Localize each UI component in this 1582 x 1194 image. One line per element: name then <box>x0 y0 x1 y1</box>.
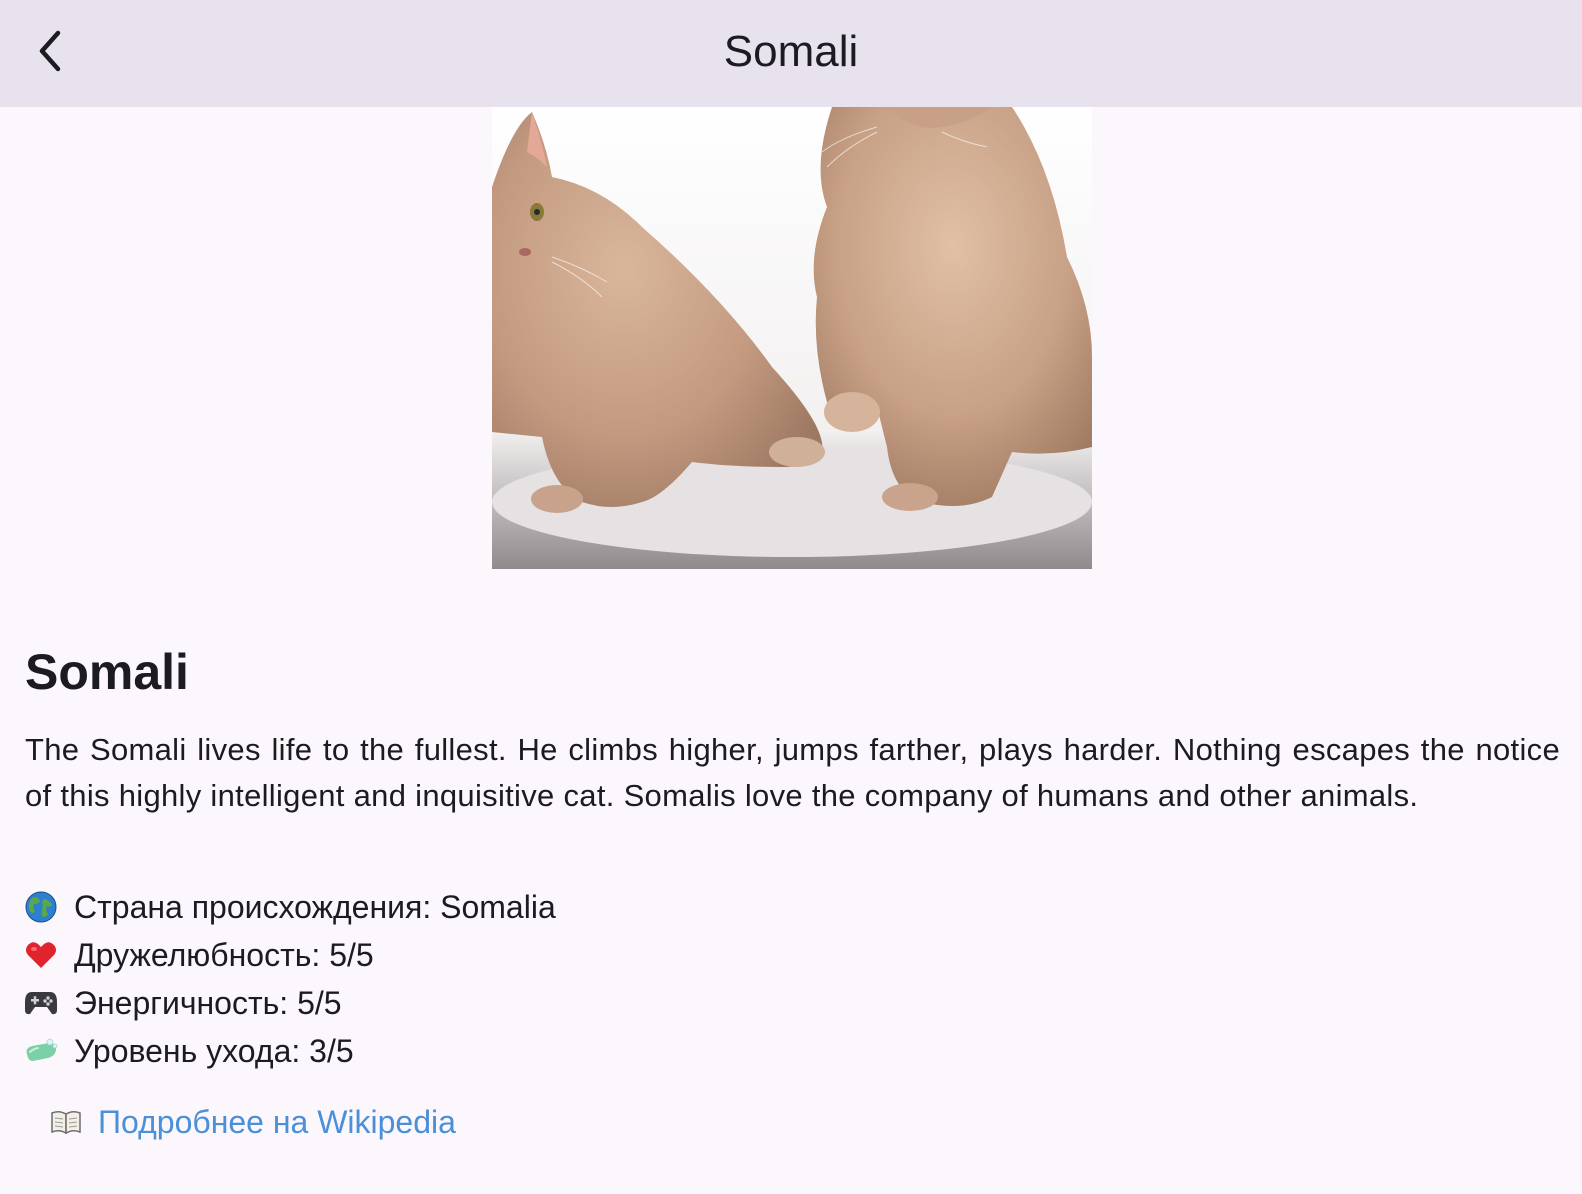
breed-description: The Somali lives life to the fullest. He… <box>25 732 1560 813</box>
book-icon <box>48 1107 84 1137</box>
stat-grooming: Уровень ухода: 3/5 <box>23 1027 556 1075</box>
stat-friendliness: Дружелюбность: 5/5 <box>23 931 556 979</box>
globe-icon <box>23 889 59 925</box>
wikipedia-link-label: Подробнее на Wikipedia <box>98 1104 456 1140</box>
stat-energy-text: Энергичность: 5/5 <box>74 984 342 1021</box>
heart-icon <box>23 937 59 973</box>
stat-friendliness-text: Дружелюбность: 5/5 <box>74 936 374 973</box>
stat-origin: Страна происхождения: Somalia <box>23 883 556 931</box>
top-app-bar: Somali <box>0 0 1582 107</box>
stat-energy: Энергичность: 5/5 <box>23 979 556 1027</box>
stat-origin-text: Страна происхождения: Somalia <box>74 888 556 925</box>
breed-photo <box>492 107 1092 569</box>
soap-icon <box>23 1033 59 1069</box>
wikipedia-link[interactable]: Подробнее на Wikipedia <box>48 1100 456 1144</box>
page-title: Somali <box>723 27 859 76</box>
gamepad-icon <box>23 985 59 1021</box>
breed-name: Somali <box>25 644 189 700</box>
breed-stats-list: Страна происхождения: Somalia Дружелюбно… <box>23 883 556 1075</box>
stat-grooming-text: Уровень ухода: 3/5 <box>74 1032 354 1069</box>
cat-photo-illustration <box>492 107 1092 569</box>
